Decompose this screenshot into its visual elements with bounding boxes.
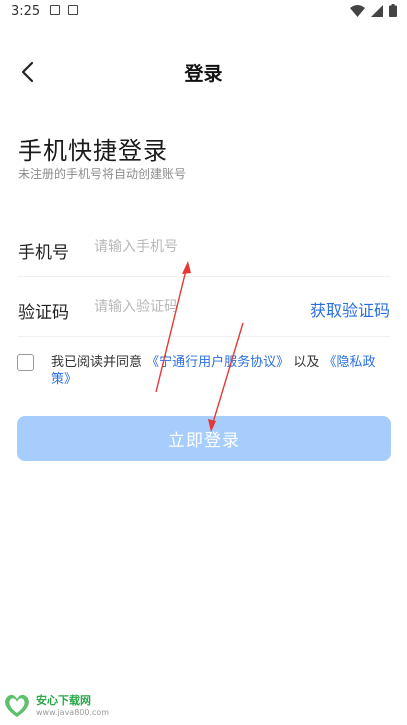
phone-label: 手机号 [18, 243, 69, 263]
agreement-prefix: 我已阅读并同意 [51, 355, 143, 370]
agreement-middle: 以及 [293, 355, 320, 370]
wifi-icon [350, 4, 365, 17]
agreement-text: 我已阅读并同意 《宁通行用户服务协议》 以及 《隐私政策》 [51, 354, 391, 388]
status-time: 3:25 [11, 4, 41, 19]
watermark: 安心下载网 www.java800.com [2, 690, 142, 722]
code-row: 验证码 获取验证码 [18, 280, 390, 337]
phone-input[interactable] [94, 232, 284, 262]
watermark-url: www.java800.com [36, 708, 110, 717]
code-label: 验证码 [18, 303, 69, 323]
status-icons [350, 4, 397, 17]
notification-icon [68, 5, 78, 15]
phone-row: 手机号 [18, 220, 390, 277]
login-headline: 手机快捷登录 [18, 137, 168, 165]
login-button[interactable]: 立即登录 [17, 416, 391, 461]
get-code-button[interactable]: 获取验证码 [310, 297, 390, 321]
heart-logo-icon [5, 694, 29, 717]
page-title: 登录 [184, 63, 223, 85]
notification-icon [50, 5, 60, 15]
status-bar: 3:25 [0, 0, 407, 24]
nav-bar: 登录 [0, 45, 407, 99]
service-agreement-link[interactable]: 《宁通行用户服务协议》 [146, 355, 289, 370]
agreement-checkbox[interactable] [17, 354, 34, 371]
login-subline: 未注册的手机号将自动创建账号 [18, 167, 187, 181]
signal-icon [371, 4, 383, 17]
code-input[interactable] [94, 292, 284, 322]
watermark-title: 安心下载网 [36, 694, 91, 707]
battery-icon [389, 4, 397, 17]
